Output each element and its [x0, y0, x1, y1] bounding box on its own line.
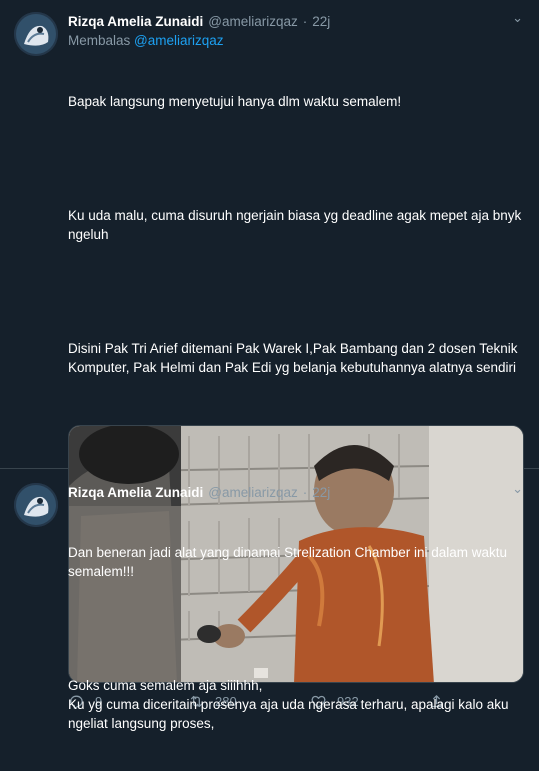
- tweet-text: Bapak langsung menyetujui hanya dlm wakt…: [68, 54, 525, 415]
- tweet-paragraph: Ku uda malu, cuma disuruh ngerjain biasa…: [68, 208, 526, 242]
- tweet-1[interactable]: ⌄ Rizqa Amelia Zunaidi @ameliarizqaz · 2…: [0, 0, 539, 709]
- tweet-header: Rizqa Amelia Zunaidi @ameliarizqaz · 22j: [68, 10, 525, 32]
- user-handle[interactable]: @ameliarizqaz: [208, 485, 297, 500]
- user-handle[interactable]: @ameliarizqaz: [208, 14, 297, 29]
- avatar[interactable]: [14, 12, 58, 56]
- reply-to-link[interactable]: @ameliarizqaz: [134, 33, 223, 48]
- avatar[interactable]: [14, 483, 58, 527]
- tweet-text: Dan beneran jadi alat yang dinamai Strel…: [68, 505, 525, 771]
- separator: ·: [302, 13, 308, 29]
- reply-prefix: Membalas: [68, 33, 131, 48]
- display-name[interactable]: Rizqa Amelia Zunaidi: [68, 485, 203, 500]
- reply-context: Membalas @ameliarizqaz: [68, 32, 525, 50]
- chevron-down-icon[interactable]: ⌄: [512, 10, 523, 26]
- timestamp[interactable]: 22j: [312, 14, 330, 29]
- tweet-header: Rizqa Amelia Zunaidi @ameliarizqaz · 22j: [68, 481, 525, 503]
- avatar-image: [14, 483, 58, 527]
- timestamp[interactable]: 22j: [312, 485, 330, 500]
- tweet-paragraph: Goks cuma semalem aja siiihhh, Ku yg cum…: [68, 678, 509, 731]
- display-name[interactable]: Rizqa Amelia Zunaidi: [68, 14, 203, 29]
- tweet-paragraph: Bapak langsung menyetujui hanya dlm wakt…: [68, 94, 402, 109]
- tweet-paragraph: Dan beneran jadi alat yang dinamai Strel…: [68, 545, 511, 579]
- chevron-down-icon[interactable]: ⌄: [512, 481, 523, 497]
- avatar-image: [14, 12, 58, 56]
- separator: ·: [302, 484, 308, 500]
- tweet-paragraph: Disini Pak Tri Arief ditemani Pak Warek …: [68, 341, 522, 375]
- tweet-2[interactable]: ⌄ Rizqa Amelia Zunaidi @ameliarizqaz · 2…: [0, 469, 539, 771]
